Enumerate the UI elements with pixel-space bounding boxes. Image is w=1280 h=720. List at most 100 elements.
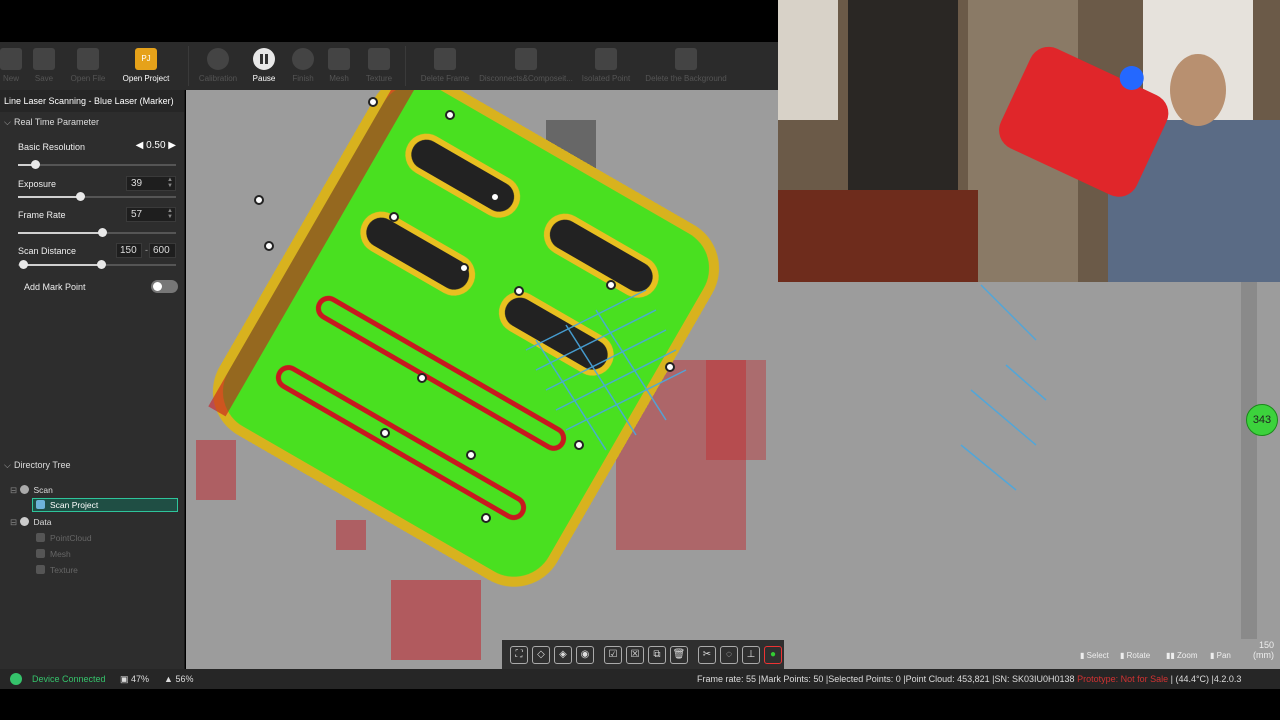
mouse-legend-rotate: ▮ Rotate (1120, 651, 1151, 660)
webcam-feed (778, 0, 1280, 282)
mesh-icon (328, 48, 350, 70)
exposure-slider[interactable] (18, 192, 176, 201)
new-button[interactable]: New (0, 42, 22, 90)
mouse-legend-pan: ▮ Pan (1210, 651, 1231, 660)
cube-view-icon[interactable]: ◇ (532, 645, 550, 664)
plus-icon (0, 48, 22, 70)
slider-handle-min[interactable] (19, 260, 28, 269)
finish-button[interactable]: Finish (287, 42, 319, 90)
tree-item-mesh[interactable]: Mesh (36, 549, 71, 559)
invert-selection-icon[interactable]: ⧉ (648, 645, 666, 664)
isolated-icon (595, 48, 617, 70)
file-icon (77, 48, 99, 70)
calibration-button[interactable]: Calibration (195, 42, 241, 90)
resolution-value[interactable]: ◀ 0.50 ▶ (136, 140, 176, 151)
device-status: Device Connected (10, 673, 106, 685)
pause-icon (253, 48, 275, 70)
scan-icon (19, 485, 29, 494)
scale-label: 150 (mm) (1253, 640, 1274, 660)
disconnect-icon (515, 48, 537, 70)
slider-handle[interactable] (76, 192, 85, 201)
texture-icon (368, 48, 390, 70)
scan-distance-control: Scan Distance 150 - 600 (18, 243, 176, 258)
main-toolbar: New Save Open File PJ Open Project Calib… (0, 42, 778, 90)
tree-item-scan[interactable]: ⊟ Scan (10, 485, 53, 496)
film-icon (434, 48, 456, 70)
chevron-down-icon: ⌵ (4, 117, 11, 127)
project-icon (36, 500, 45, 509)
select-all-icon[interactable]: ☑ (604, 645, 622, 664)
chevron-down-icon: ⌵ (4, 460, 11, 470)
scan-distance-slider[interactable] (18, 260, 176, 269)
title-band (0, 0, 778, 42)
open-file-button[interactable]: Open File (66, 42, 110, 90)
lasso-icon[interactable]: ✂ (698, 645, 716, 664)
view-toolbar: ⛶ ◇ ◈ ◉ ☑ ☒ ⧉ 🗑 ✂ ◌ ⊥ ● (502, 640, 784, 669)
save-icon (33, 48, 55, 70)
data-icon (19, 517, 29, 526)
parameter-panel: Line Laser Scanning - Blue Laser (Marker… (0, 90, 185, 669)
gpu-usage: ▲ 56% (164, 674, 194, 684)
texture-icon (36, 565, 45, 574)
cpu-usage: ▣ 47% (120, 674, 150, 684)
deselect-icon[interactable]: ☒ (626, 645, 644, 664)
tree-item-scan-project[interactable]: Scan Project (32, 498, 178, 512)
pause-button[interactable]: Pause (241, 42, 287, 90)
scan-mode-title: Line Laser Scanning - Blue Laser (Marker… (0, 90, 184, 112)
distance-indicator: 343 (1246, 404, 1278, 436)
isolated-point-button[interactable]: Isolated Point (574, 42, 638, 90)
fit-view-icon[interactable]: ⛶ (510, 645, 528, 664)
tree-item-data[interactable]: ⊟ Data (10, 517, 51, 528)
texture-button[interactable]: Texture (359, 42, 399, 90)
realtime-parameter-header[interactable]: ⌵ Real Time Parameter (0, 112, 184, 132)
frame-rate-slider[interactable] (18, 228, 176, 237)
eye-icon[interactable]: ◉ (576, 645, 594, 664)
delete-frame-button[interactable]: Delete Frame (412, 42, 478, 90)
mesh-icon (36, 549, 45, 558)
disconnects-button[interactable]: Disconnects&Composeit... (478, 42, 574, 90)
tree-item-texture[interactable]: Texture (36, 565, 78, 575)
open-project-button[interactable]: PJ Open Project (110, 42, 182, 90)
frame-rate-control: Frame Rate 57 ▲ ▼ (18, 207, 176, 222)
exposure-input[interactable]: 39 ▲ ▼ (126, 176, 176, 191)
trash-icon[interactable]: 🗑 (670, 645, 688, 664)
scale-bar (1241, 282, 1257, 639)
project-icon: PJ (135, 48, 157, 70)
gpu-icon: ▲ (164, 674, 173, 684)
add-mark-point-toggle[interactable] (151, 280, 178, 293)
chip-icon: ▣ (120, 674, 129, 684)
stop-icon (292, 48, 314, 70)
tree-item-pointcloud[interactable]: PointCloud (36, 533, 92, 543)
freehand-select-icon[interactable]: ◌ (720, 645, 738, 664)
add-mark-point-label: Add Mark Point (24, 282, 86, 292)
exposure-control: Exposure 39 ▲ ▼ (18, 176, 176, 191)
target-icon (207, 48, 229, 70)
orbit-view-icon[interactable]: ◈ (554, 645, 572, 664)
resolution-slider[interactable] (18, 160, 176, 169)
mouse-legend-zoom: ▮▮ Zoom (1166, 651, 1198, 660)
delete-background-button[interactable]: Delete the Background (638, 42, 734, 90)
directory-tree-header[interactable]: ⌵ Directory Tree (0, 455, 185, 475)
pointcloud-icon (36, 533, 45, 542)
scan-info: Frame rate: 55 |Mark Points: 50 |Selecte… (697, 674, 1242, 684)
background-icon (675, 48, 697, 70)
mesh-button[interactable]: Mesh (319, 42, 359, 90)
webcam-image (778, 0, 1280, 282)
toolbar-divider (405, 46, 406, 86)
slider-handle[interactable] (98, 228, 107, 237)
slider-handle[interactable] (31, 160, 40, 169)
save-button[interactable]: Save (22, 42, 66, 90)
scan-distance-min-input[interactable]: 150 (116, 243, 142, 258)
status-bar: Device Connected ▣ 47% ▲ 56% Frame rate:… (0, 669, 1280, 689)
toolbar-divider (188, 46, 189, 86)
spinner-icon[interactable]: ▲ ▼ (167, 177, 173, 189)
spinner-icon[interactable]: ▲ ▼ (167, 208, 173, 220)
prototype-warning: Prototype: Not for Sale (1077, 674, 1169, 684)
axis-icon[interactable]: ⊥ (742, 645, 760, 664)
color-wheel-icon[interactable]: ● (764, 645, 782, 664)
frame-rate-input[interactable]: 57 ▲ ▼ (126, 207, 176, 222)
slider-handle-max[interactable] (97, 260, 106, 269)
basic-resolution-control: Basic Resolution ◀ 0.50 ▶ (18, 140, 176, 152)
scan-distance-max-input[interactable]: 600 (149, 243, 176, 258)
mouse-legend-select: ▮ Select (1080, 651, 1109, 660)
